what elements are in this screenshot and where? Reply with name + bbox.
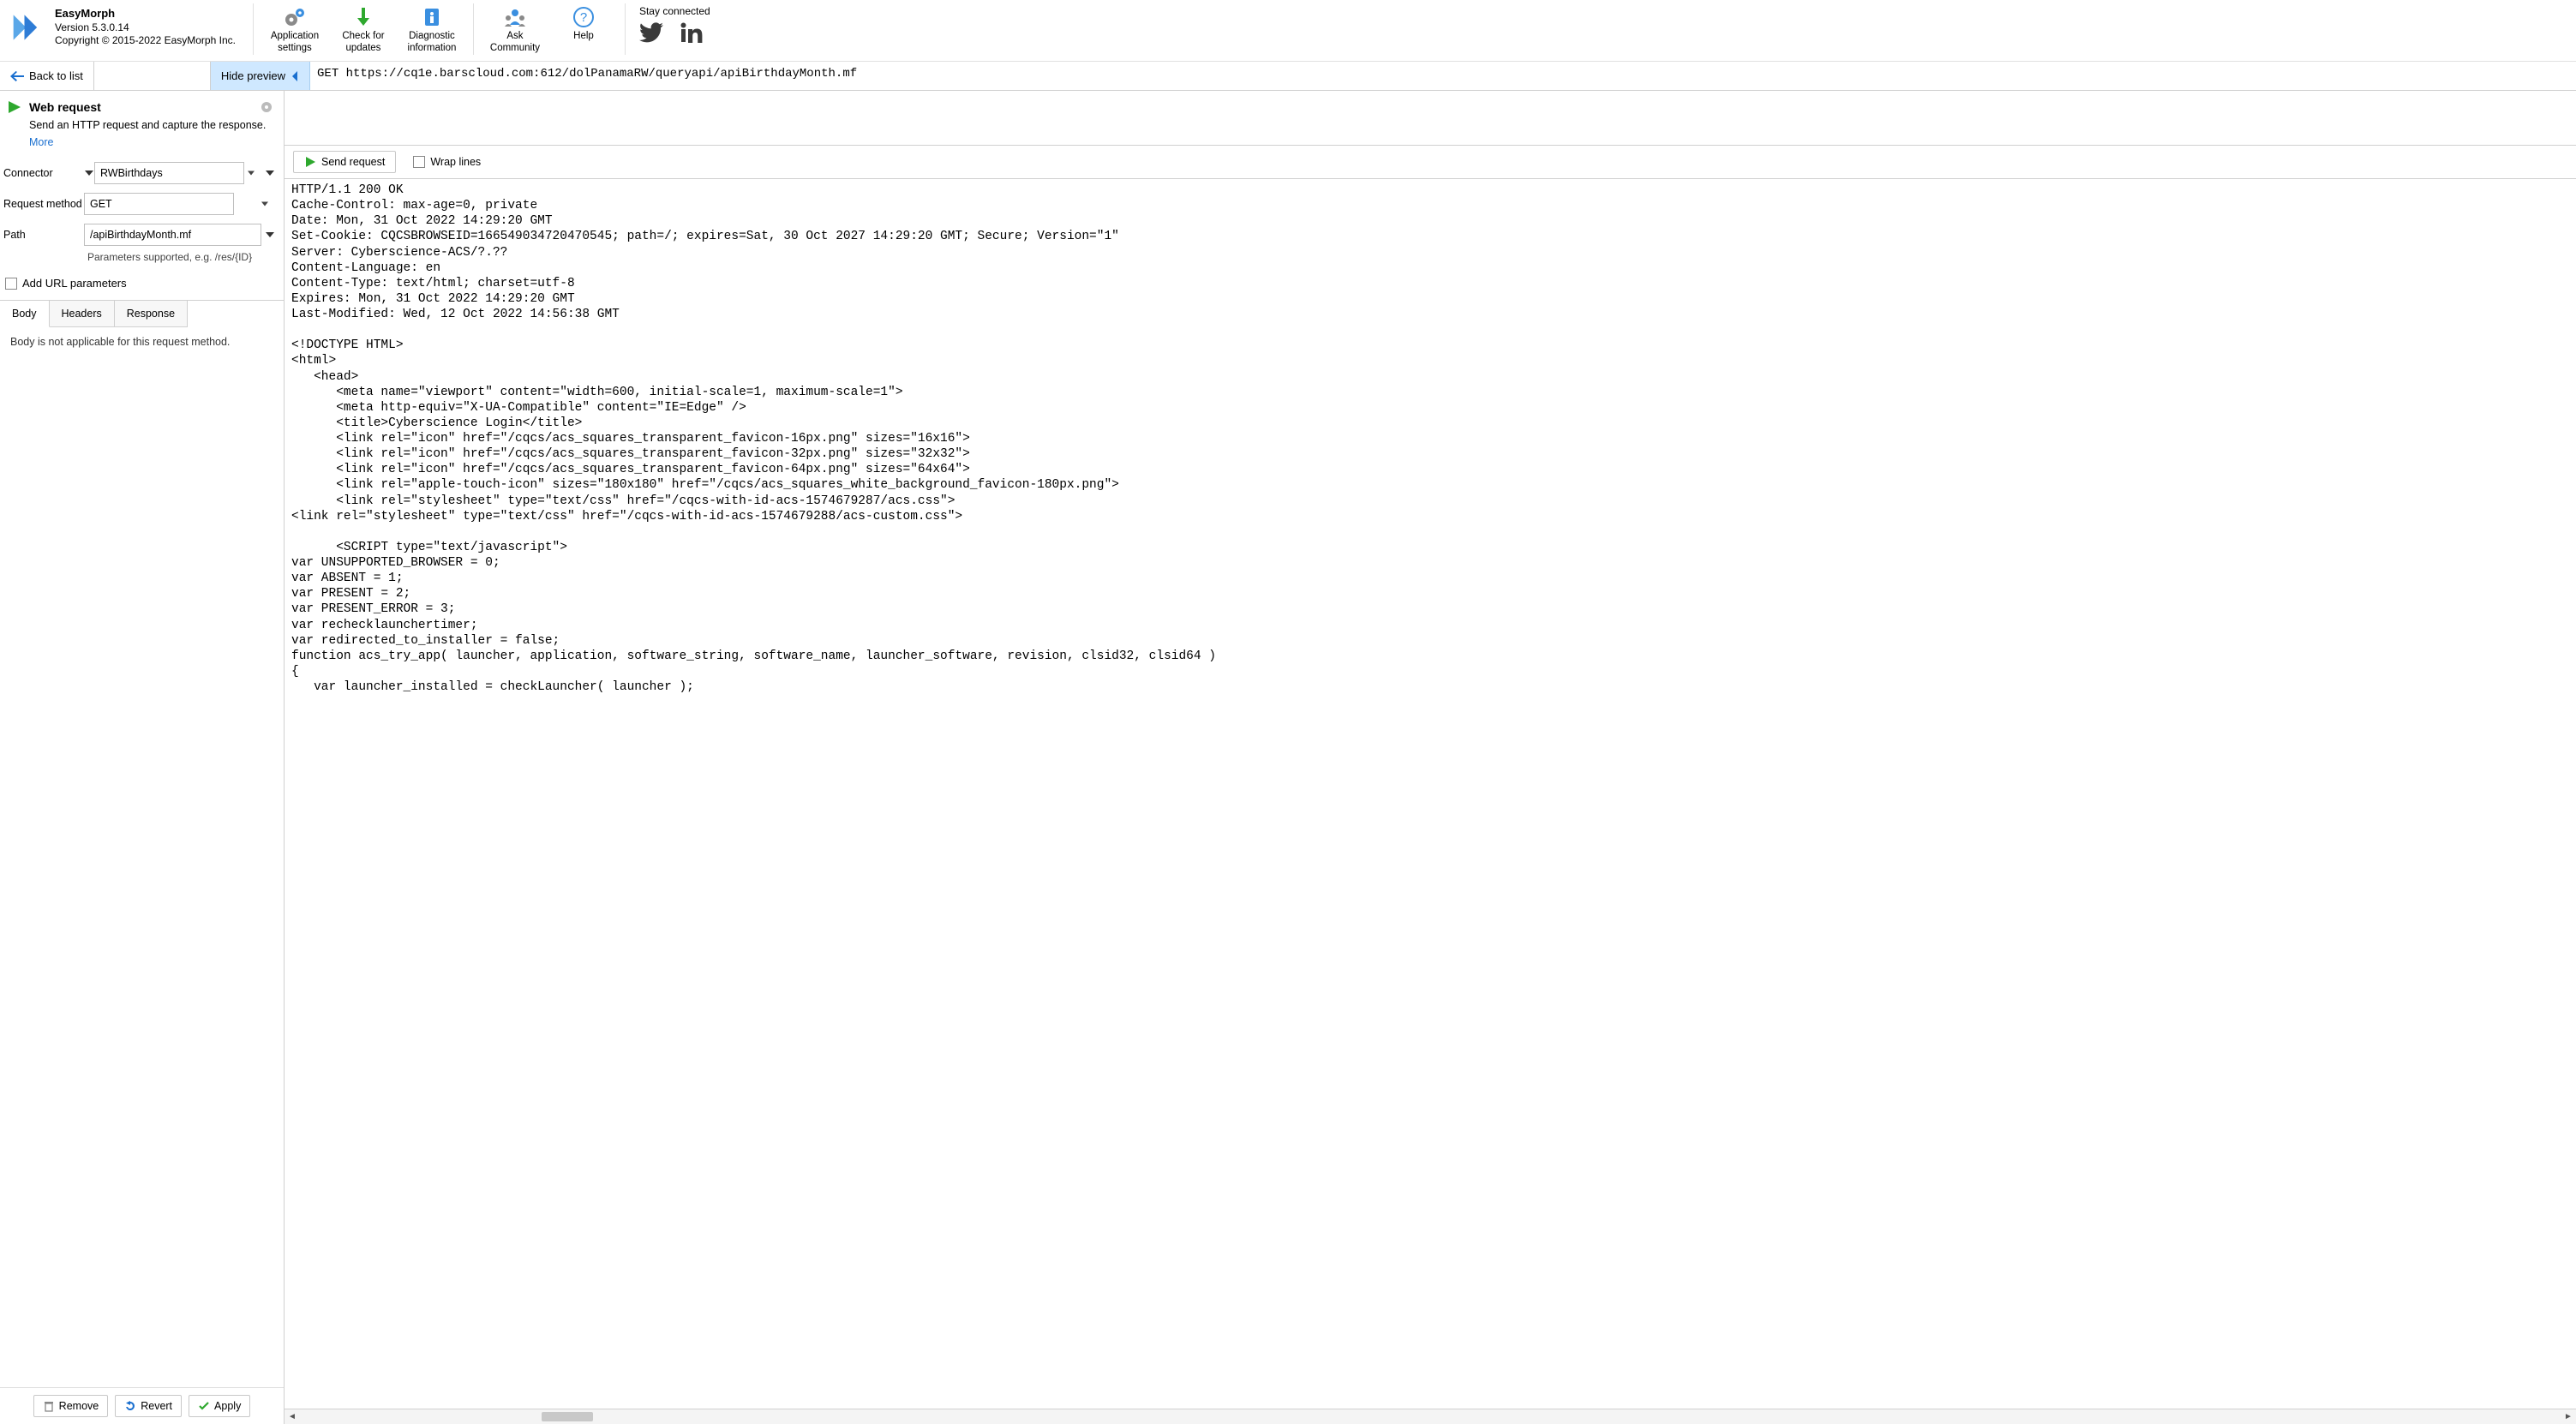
label: Application: [271, 31, 319, 41]
scroll-thumb[interactable]: [542, 1412, 593, 1421]
divider: [473, 3, 474, 55]
revert-button[interactable]: Revert: [115, 1395, 182, 1417]
request-method-select[interactable]: [84, 193, 234, 215]
path-hint: Parameters supported, e.g. /res/{ID}: [87, 251, 275, 263]
undo-icon: [124, 1400, 136, 1412]
tab-response[interactable]: Response: [115, 301, 188, 327]
left-footer: Remove Revert Apply: [0, 1387, 284, 1424]
right-panel: Send request Wrap lines HTTP/1.1 200 OK …: [285, 91, 2576, 1424]
trash-icon: [43, 1400, 55, 1412]
connector-select[interactable]: [94, 162, 244, 184]
download-arrow-icon: [354, 5, 373, 29]
spacer: [94, 62, 211, 90]
twitter-icon[interactable]: [639, 22, 663, 43]
stay-connected: Stay connected: [632, 3, 717, 45]
horizontal-scrollbar[interactable]: ◄ ►: [285, 1409, 2576, 1424]
checkbox-icon: [5, 278, 17, 290]
action-description: Send an HTTP request and capture the res…: [29, 119, 266, 131]
application-settings-button[interactable]: Applicationsettings: [261, 3, 329, 57]
response-toolbar: Send request Wrap lines: [285, 146, 2576, 179]
diagnostic-information-button[interactable]: Diagnosticinformation: [398, 3, 466, 57]
app-identity: EasyMorph Version 5.3.0.14 Copyright © 2…: [7, 3, 246, 51]
check-icon: [198, 1400, 210, 1412]
chevron-left-icon: [291, 71, 299, 81]
more-link[interactable]: More: [29, 135, 53, 151]
main-split: Web request Send an HTTP request and cap…: [0, 91, 2576, 1424]
play-icon: [7, 99, 22, 115]
gear-icon[interactable]: [260, 100, 273, 114]
tab-body[interactable]: Body: [0, 301, 50, 327]
app-version: Version 5.3.0.14: [55, 21, 236, 35]
linkedin-icon[interactable]: [679, 22, 703, 43]
divider: [625, 3, 626, 55]
app-title: EasyMorph: [55, 7, 236, 21]
community-icon: [503, 5, 527, 29]
label: Back to list: [29, 69, 83, 82]
remove-button[interactable]: Remove: [33, 1395, 109, 1417]
apply-button[interactable]: Apply: [189, 1395, 250, 1417]
svg-text:?: ?: [580, 10, 587, 25]
action-header: Web request: [0, 91, 284, 118]
help-icon: ?: [572, 5, 595, 29]
scroll-left-icon[interactable]: ◄: [285, 1409, 300, 1424]
path-label: Path: [3, 229, 84, 241]
play-icon: [304, 156, 316, 168]
check-for-updates-button[interactable]: Check forupdates: [329, 3, 398, 57]
stay-connected-label: Stay connected: [639, 5, 710, 17]
tab-headers[interactable]: Headers: [50, 301, 115, 327]
chevron-down-icon[interactable]: [265, 168, 275, 178]
add-url-parameters-checkbox[interactable]: Add URL parameters: [2, 273, 275, 300]
back-to-list-button[interactable]: Back to list: [0, 62, 94, 90]
checkbox-icon: [413, 156, 425, 168]
response-body[interactable]: HTTP/1.1 200 OK Cache-Control: max-age=0…: [285, 179, 2576, 1409]
ask-community-button[interactable]: AskCommunity: [481, 3, 549, 57]
label: Hide preview: [221, 69, 285, 82]
body-tab-content: Body is not applicable for this request …: [0, 327, 284, 1387]
action-title: Web request: [29, 100, 260, 114]
scroll-right-icon[interactable]: ►: [2561, 1409, 2576, 1424]
request-method-label: Request method: [3, 198, 84, 210]
ribbon: EasyMorph Version 5.3.0.14 Copyright © 2…: [0, 0, 2576, 62]
subheader: Back to list Hide preview GET https://cq…: [0, 62, 2576, 91]
divider: [253, 3, 254, 55]
label: Add URL parameters: [22, 277, 127, 290]
wrap-lines-checkbox[interactable]: Wrap lines: [413, 156, 481, 168]
app-logo-icon: [10, 11, 48, 44]
send-request-button[interactable]: Send request: [293, 151, 396, 173]
arrow-left-icon: [10, 71, 24, 81]
request-summary: GET https://cq1e.barscloud.com:612/dolPa…: [310, 62, 2576, 90]
path-input[interactable]: [84, 224, 261, 246]
hide-preview-button[interactable]: Hide preview: [211, 62, 310, 90]
help-button[interactable]: ? Help: [549, 3, 618, 45]
app-copyright: Copyright © 2015-2022 EasyMorph Inc.: [55, 34, 236, 48]
gears-icon: [284, 5, 306, 29]
info-icon: [422, 5, 442, 29]
action-form: Connector Request method Path: [0, 150, 284, 300]
config-tabs: Body Headers Response: [0, 300, 284, 327]
request-preview-area: [285, 91, 2576, 146]
left-panel: Web request Send an HTTP request and cap…: [0, 91, 285, 1424]
connector-label: Connector: [3, 167, 84, 179]
chevron-down-icon[interactable]: [265, 230, 275, 240]
chevron-down-icon[interactable]: [84, 168, 94, 178]
